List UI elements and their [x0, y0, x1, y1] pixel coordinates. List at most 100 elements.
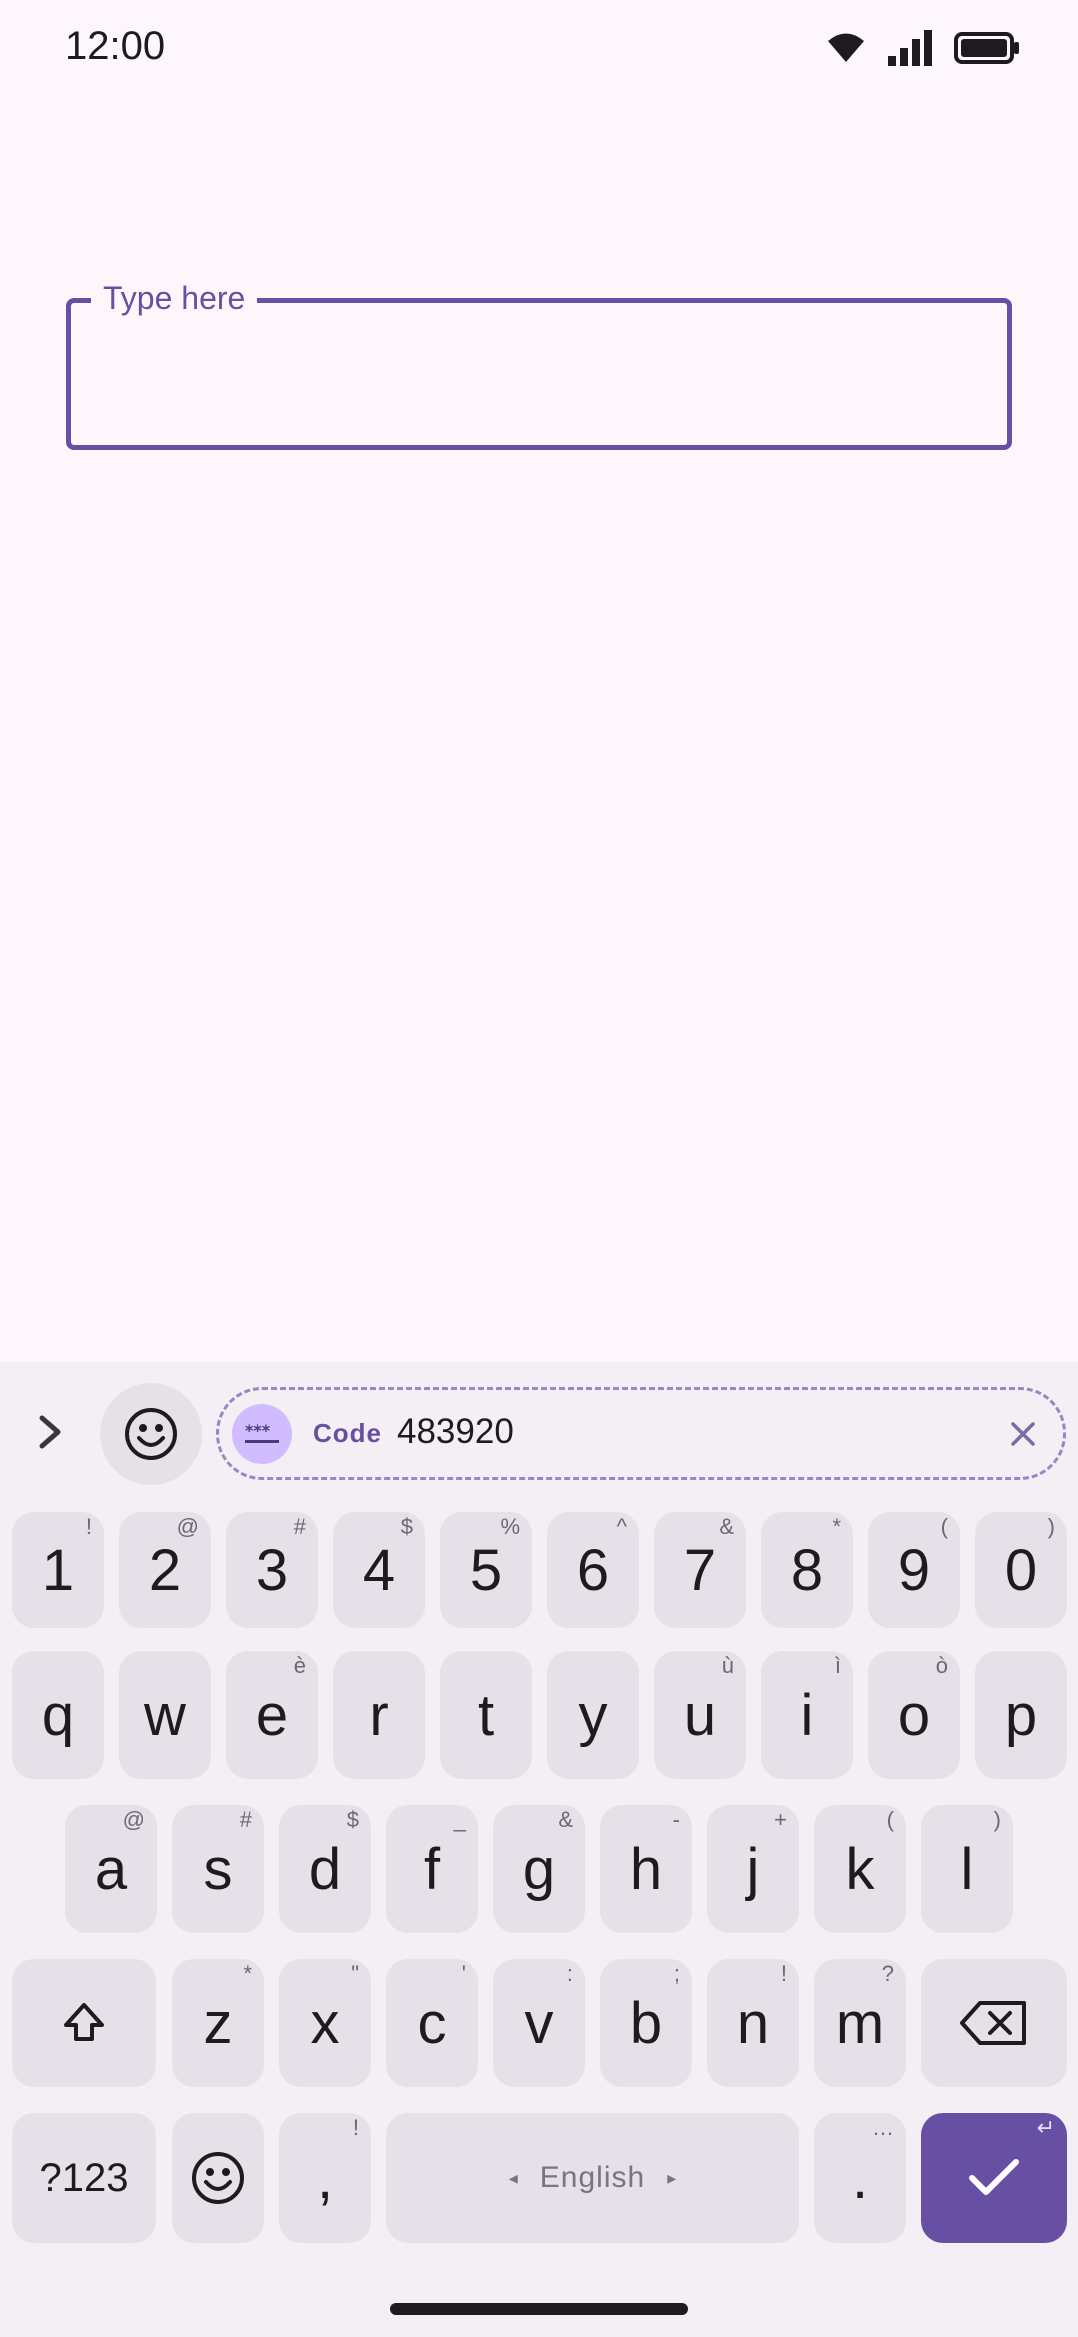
key-hint: $: [346, 1807, 359, 1832]
key-1[interactable]: 1!: [12, 1512, 104, 1628]
key-label: h: [629, 1836, 663, 1902]
key-hint: *: [832, 1514, 841, 1539]
key-y[interactable]: y: [547, 1651, 639, 1779]
key-4[interactable]: 4 $: [333, 1512, 425, 1628]
key-t[interactable]: t: [440, 1651, 532, 1779]
checkmark-icon: [969, 2159, 1019, 2195]
key-z[interactable]: z *: [172, 1959, 264, 2087]
key-l[interactable]: l): [921, 1805, 1013, 1933]
key-hint: -: [672, 1807, 680, 1832]
key-i[interactable]: iì: [761, 1651, 853, 1779]
key-3[interactable]: 3 #: [226, 1512, 318, 1628]
key-u[interactable]: uù: [654, 1651, 746, 1779]
comma-key[interactable]: , !: [279, 2113, 371, 2243]
keyboard: *** Code 483920 1! 2 @ 3 # 4 $ 5% 6 ^ 7 & 8 * …: [0, 1362, 1078, 2337]
key-n[interactable]: n!: [707, 1959, 799, 2087]
svg-text:***: ***: [245, 1422, 271, 1440]
key-x[interactable]: x ": [279, 1959, 371, 2087]
key-hint: %: [500, 1514, 520, 1539]
key-label: o: [897, 1682, 931, 1748]
status-icons: [826, 28, 1020, 68]
emoji-key[interactable]: [172, 2113, 264, 2243]
chevron-right-icon[interactable]: [30, 1412, 70, 1452]
key-7[interactable]: 7 &: [654, 1512, 746, 1628]
key-v[interactable]: v:: [493, 1959, 585, 2087]
key-g[interactable]: g &: [493, 1805, 585, 1933]
key-hint: +: [774, 1807, 787, 1832]
key-w[interactable]: w: [119, 1651, 211, 1779]
key-label: v: [524, 1990, 554, 2056]
key-b[interactable]: b;: [600, 1959, 692, 2087]
backspace-icon: [960, 2001, 1026, 2045]
shift-key[interactable]: [12, 1959, 156, 2087]
key-k[interactable]: k(: [814, 1805, 906, 1933]
emoji-button[interactable]: [100, 1383, 202, 1485]
key-a[interactable]: a @: [65, 1805, 157, 1933]
key-hint: (: [940, 1514, 948, 1539]
key-hint: ?: [881, 1961, 894, 1986]
key-label: c: [417, 1990, 447, 2056]
key-h[interactable]: h-: [600, 1805, 692, 1933]
key-label: 4: [362, 1537, 396, 1603]
key-label: t: [477, 1682, 495, 1748]
key-o[interactable]: oò: [868, 1651, 960, 1779]
key-hint: (: [886, 1807, 894, 1832]
key-j[interactable]: j +: [707, 1805, 799, 1933]
key-e[interactable]: eè: [226, 1651, 318, 1779]
shift-icon: [64, 2003, 104, 2041]
right-arrow-icon: ▸: [667, 2167, 677, 2188]
comma-key-label: ,: [316, 2145, 334, 2211]
backspace-key[interactable]: [921, 1959, 1067, 2087]
key-hint: ;: [673, 1961, 680, 1986]
key-label: p: [1004, 1682, 1038, 1748]
key-hint: @: [176, 1514, 199, 1539]
key-9[interactable]: 9(: [868, 1512, 960, 1628]
key-label: 8: [790, 1537, 824, 1603]
enter-key[interactable]: ↵: [921, 2113, 1067, 2243]
key-hint: &: [558, 1807, 573, 1832]
space-key[interactable]: ◂ English ▸: [386, 2113, 799, 2243]
key-label: r: [369, 1682, 389, 1748]
key-label: k: [845, 1836, 875, 1902]
key-hint: #: [293, 1514, 306, 1539]
key-label: l: [960, 1836, 974, 1902]
key-hint: ì: [834, 1653, 841, 1678]
key-d[interactable]: d $: [279, 1805, 371, 1933]
text-input-field[interactable]: Type here: [66, 270, 1012, 450]
key-q[interactable]: q: [12, 1651, 104, 1779]
key-label: u: [683, 1682, 717, 1748]
period-key-label: .: [851, 2145, 869, 2211]
code-suggestion-chip[interactable]: *** Code 483920: [216, 1387, 1066, 1480]
key-p[interactable]: p: [975, 1651, 1067, 1779]
password-icon: ***: [232, 1404, 292, 1464]
key-label: f: [423, 1836, 441, 1902]
period-key[interactable]: . …: [814, 2113, 906, 2243]
key-0[interactable]: 0): [975, 1512, 1067, 1628]
emoji-icon: [192, 2152, 244, 2204]
key-label: 7: [683, 1537, 717, 1603]
key-label: d: [308, 1836, 342, 1902]
key-label: 3: [255, 1537, 289, 1603]
key-5[interactable]: 5%: [440, 1512, 532, 1628]
key-m[interactable]: m?: [814, 1959, 906, 2087]
key-r[interactable]: r: [333, 1651, 425, 1779]
key-s[interactable]: s #: [172, 1805, 264, 1933]
close-icon[interactable]: [1005, 1416, 1041, 1452]
symbols-key-label: ?123: [39, 2155, 129, 2200]
key-hint: ^: [616, 1514, 627, 1539]
key-label: m: [835, 1990, 885, 2056]
key-6[interactable]: 6 ^: [547, 1512, 639, 1628]
key-label: 6: [576, 1537, 610, 1603]
text-field-label: Type here: [91, 270, 258, 326]
wifi-icon: [828, 33, 864, 62]
chip-label: Code: [313, 1418, 382, 1448]
key-8[interactable]: 8 *: [761, 1512, 853, 1628]
key-hint: !: [352, 2115, 359, 2140]
key-f[interactable]: f _: [386, 1805, 478, 1933]
home-indicator[interactable]: [390, 2303, 688, 2315]
symbols-key[interactable]: ?123: [12, 2113, 156, 2243]
left-arrow-icon: ◂: [508, 2167, 518, 2188]
key-2[interactable]: 2 @: [119, 1512, 211, 1628]
key-label: b: [629, 1990, 663, 2056]
key-c[interactable]: c ': [386, 1959, 478, 2087]
